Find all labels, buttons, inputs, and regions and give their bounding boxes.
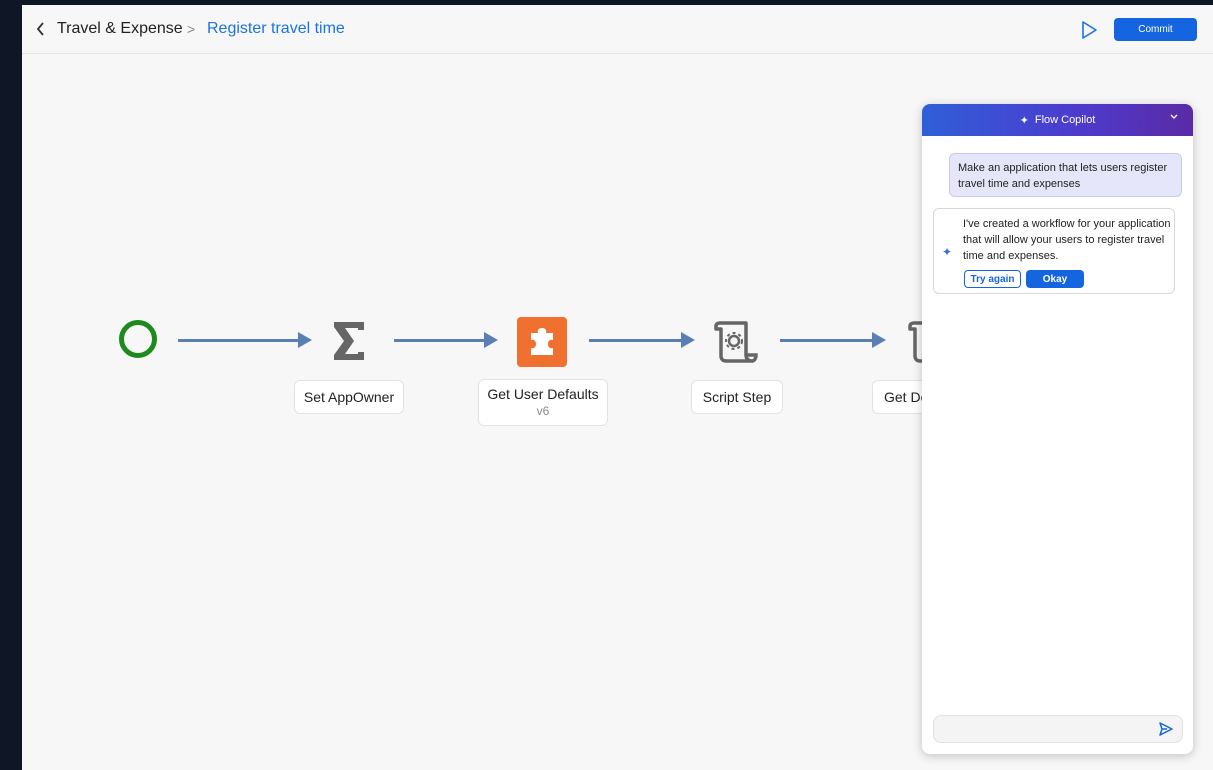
breadcrumb-root[interactable]: Travel & Expense bbox=[57, 20, 183, 38]
copilot-title: Flow Copilot bbox=[1034, 114, 1096, 126]
chevron-left-icon bbox=[36, 22, 44, 36]
node-label-get-user-defaults[interactable]: Get User Defaults v6 bbox=[478, 379, 608, 426]
copilot-header: ✦ Flow Copilot bbox=[922, 104, 1193, 136]
send-button[interactable] bbox=[1158, 721, 1174, 737]
connector-3 bbox=[589, 339, 687, 342]
node-version: v6 bbox=[536, 404, 550, 418]
connector-1 bbox=[178, 339, 304, 342]
send-icon bbox=[1159, 722, 1173, 736]
node-label-script-step[interactable]: Script Step bbox=[691, 380, 783, 414]
run-button[interactable] bbox=[1078, 19, 1100, 41]
node-title: Script Step bbox=[702, 389, 772, 405]
arrowhead-4 bbox=[872, 332, 886, 348]
commit-button[interactable]: Commit bbox=[1114, 18, 1197, 41]
arrowhead-1 bbox=[298, 332, 312, 348]
connector-2 bbox=[394, 339, 490, 342]
puzzle-icon bbox=[517, 317, 567, 367]
bot-message: ✦ I've created a workflow for your appli… bbox=[933, 208, 1175, 294]
arrowhead-3 bbox=[681, 332, 695, 348]
arrowhead-2 bbox=[484, 332, 498, 348]
sigma-icon bbox=[334, 322, 364, 360]
node-title: Get User Defaults bbox=[487, 386, 599, 402]
chevron-down-icon bbox=[1170, 114, 1178, 119]
chat-input-container bbox=[933, 715, 1183, 743]
node-icon-script-step[interactable] bbox=[710, 317, 760, 367]
top-bar: Travel & Expense > Register travel time … bbox=[22, 5, 1213, 54]
breadcrumb-current[interactable]: Register travel time bbox=[207, 20, 345, 38]
node-icon-get-user-defaults[interactable] bbox=[517, 317, 567, 367]
collapse-button[interactable] bbox=[1169, 113, 1179, 124]
try-again-button[interactable]: Try again bbox=[964, 270, 1021, 288]
sparkle-icon: ✦ bbox=[1019, 114, 1029, 127]
node-label-set-appowner[interactable]: Set AppOwner bbox=[294, 380, 404, 414]
start-node[interactable] bbox=[119, 320, 157, 358]
node-icon-set-appowner[interactable] bbox=[324, 316, 374, 366]
sparkle-icon: ✦ bbox=[942, 245, 953, 259]
play-icon bbox=[1082, 21, 1097, 39]
bot-message-text: I've created a workflow for your applica… bbox=[963, 218, 1171, 262]
flow-editor-window: Travel & Expense > Register travel time … bbox=[22, 5, 1213, 770]
chat-input[interactable] bbox=[940, 719, 1154, 741]
back-button[interactable] bbox=[32, 19, 50, 39]
flow-copilot-panel: ✦ Flow Copilot Make an application that … bbox=[922, 104, 1193, 754]
connector-4 bbox=[780, 339, 880, 342]
node-title: Set AppOwner bbox=[303, 389, 395, 405]
script-icon bbox=[714, 321, 758, 363]
breadcrumb-separator: > bbox=[187, 21, 196, 37]
user-message: Make an application that lets users regi… bbox=[949, 153, 1182, 197]
okay-button[interactable]: Okay bbox=[1026, 270, 1084, 288]
